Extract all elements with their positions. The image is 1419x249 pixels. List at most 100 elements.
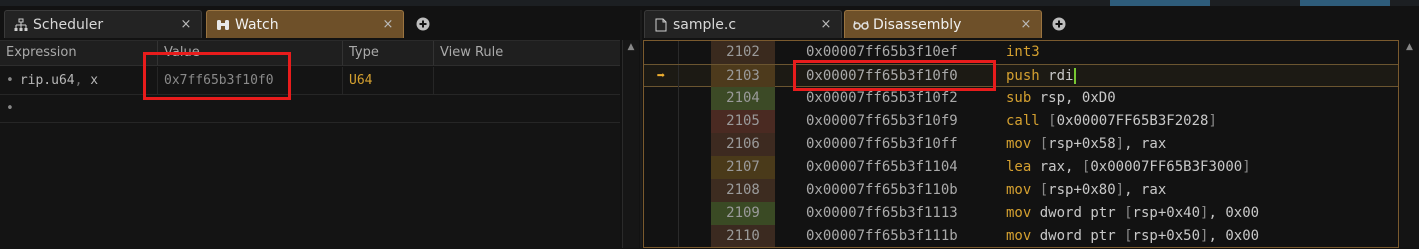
plus-icon <box>416 17 430 31</box>
disassembly-line[interactable]: 2105 0x00007ff65b3f10f9 call [0x00007FF65B… <box>644 110 1398 133</box>
breakpoint-gutter[interactable] <box>644 156 678 179</box>
breakpoint-gutter[interactable] <box>644 41 678 64</box>
instruction-text[interactable]: int3 <box>1006 41 1048 64</box>
line-number: 2106 <box>711 133 775 156</box>
instruction-text[interactable]: mov [rsp+0x58], rax <box>1006 133 1166 156</box>
view-rule-cell[interactable] <box>434 67 620 94</box>
line-gutter <box>678 179 711 202</box>
instruction-address: 0x00007ff65b3f10ff <box>806 136 958 152</box>
top-strip-accent <box>1110 0 1210 6</box>
breakpoint-gutter[interactable] <box>644 179 678 202</box>
scroll-up-icon[interactable]: ▲ <box>1400 40 1419 54</box>
instruction-text[interactable]: lea rax, [0x00007FF65B3F3000] <box>1006 156 1251 179</box>
watch-row[interactable]: • rip.u64, x 0x7ff65b3f10f0 U64 <box>0 67 620 95</box>
mnemonic: mov <box>1006 182 1032 198</box>
instruction-text[interactable]: sub rsp, 0xD0 <box>1006 87 1116 110</box>
type-text: U64 <box>349 73 373 88</box>
instruction-text[interactable]: mov dword ptr [rsp+0x40], 0x00 <box>1006 202 1259 225</box>
instruction-address: 0x00007ff65b3f110b <box>806 182 958 198</box>
column-header-type[interactable]: Type <box>343 41 434 65</box>
instruction-address: 0x00007ff65b3f111b <box>806 228 958 244</box>
expression-cell[interactable]: • <box>0 95 158 122</box>
operands: [0x00007FF65B3F2028] <box>1048 113 1217 129</box>
operands: rsp, 0xD0 <box>1039 90 1116 106</box>
breakpoint-gutter[interactable] <box>644 202 678 225</box>
breakpoint-gutter[interactable] <box>644 110 678 133</box>
disassembly-line[interactable]: 2107 0x00007ff65b3f1104 lea rax, [0x00007F… <box>644 156 1398 179</box>
expression-cell[interactable]: • rip.u64, x <box>0 67 158 94</box>
line-number: 2107 <box>711 156 775 179</box>
glasses-icon <box>853 17 869 33</box>
column-header-expression[interactable]: Expression <box>0 41 158 65</box>
watch-scrollbar[interactable]: ▲ <box>622 40 639 248</box>
tab-disassembly[interactable]: Disassembly × <box>844 10 1042 38</box>
line-gutter <box>678 65 711 88</box>
tab-label: Watch <box>235 16 279 33</box>
instruction-text[interactable]: mov [rsp+0x80], rax <box>1006 179 1166 202</box>
instruction-address: 0x00007ff65b3f1104 <box>806 159 958 175</box>
instruction-text[interactable]: call [0x00007FF65B3F2028] <box>1006 110 1217 133</box>
disassembly-line[interactable]: 2109 0x00007ff65b3f1113 mov dword ptr [rsp… <box>644 202 1398 225</box>
scroll-up-icon[interactable]: ▲ <box>623 40 639 54</box>
disassembly-line[interactable]: 2102 0x00007ff65b3f10ef int3 <box>644 41 1398 64</box>
mnemonic: push <box>1006 68 1040 84</box>
disassembly-line[interactable]: 2106 0x00007ff65b3f10ff mov [rsp+0x58], ra… <box>644 133 1398 156</box>
tab-watch[interactable]: Watch × <box>206 10 404 38</box>
plus-icon <box>1052 17 1066 31</box>
column-header-value[interactable]: Value <box>158 41 343 65</box>
breakpoint-gutter[interactable] <box>644 225 678 247</box>
instruction-address: 0x00007ff65b3f10ef <box>806 44 958 60</box>
disassembly-line[interactable]: 2104 0x00007ff65b3f10f2 sub rsp, 0xD0 <box>644 87 1398 110</box>
breakpoint-gutter[interactable] <box>644 133 678 156</box>
add-tab-button[interactable] <box>414 15 432 33</box>
tab-sample-c[interactable]: sample.c × <box>644 10 842 38</box>
value-text: 0x7ff65b3f10f0 <box>164 73 274 88</box>
top-strip <box>0 0 1419 6</box>
disassembly-scrollbar[interactable]: ▲ <box>1400 40 1419 248</box>
mnemonic: mov <box>1006 136 1032 152</box>
mnemonic: int3 <box>1006 44 1040 60</box>
disassembly-line[interactable]: 2110 0x00007ff65b3f111b mov dword ptr [rsp… <box>644 225 1398 247</box>
add-tab-button[interactable] <box>1050 15 1068 33</box>
file-icon <box>653 17 669 33</box>
watch-header: Expression Value Type View Rule <box>0 41 620 66</box>
hierarchy-icon <box>13 17 29 33</box>
disassembly-panel: 2102 0x00007ff65b3f10ef int3 ➡ 2103 0x00007f… <box>643 40 1399 248</box>
tab-label: Disassembly <box>873 16 962 33</box>
breakpoint-gutter[interactable]: ➡ <box>644 65 678 88</box>
disassembly-line-current[interactable]: ➡ 2103 0x00007ff65b3f10f0 push rdi <box>644 64 1398 88</box>
instruction-text[interactable]: push rdi <box>1006 65 1077 88</box>
close-icon[interactable]: × <box>379 16 397 34</box>
tab-label: Scheduler <box>33 16 104 33</box>
line-gutter <box>678 202 711 225</box>
mnemonic: lea <box>1006 159 1032 175</box>
line-gutter <box>678 110 711 133</box>
disassembly-line[interactable]: 2108 0x00007ff65b3f110b mov [rsp+0x80], ra… <box>644 179 1398 202</box>
line-number: 2110 <box>711 225 775 247</box>
line-number: 2102 <box>711 41 775 64</box>
right-tab-bar: sample.c × Disassembly × <box>642 10 1419 40</box>
column-header-view-rule[interactable]: View Rule <box>434 41 620 65</box>
type-cell: U64 <box>343 67 434 94</box>
line-gutter <box>678 225 711 247</box>
watch-row-empty[interactable]: • <box>0 95 620 123</box>
tab-scheduler[interactable]: Scheduler × <box>4 10 202 38</box>
close-icon[interactable]: × <box>817 16 835 34</box>
operands: [rsp+0x80], rax <box>1039 182 1167 198</box>
operands: rdi <box>1048 68 1074 84</box>
tab-label: sample.c <box>673 16 737 33</box>
breakpoint-gutter[interactable] <box>644 87 678 110</box>
instruction-address: 0x00007ff65b3f10f9 <box>806 113 958 129</box>
value-cell[interactable]: 0x7ff65b3f10f0 <box>158 67 343 94</box>
instruction-address: 0x00007ff65b3f1113 <box>806 205 958 221</box>
instruction-text[interactable]: mov dword ptr [rsp+0x50], 0x00 <box>1006 225 1259 247</box>
close-icon[interactable]: × <box>177 16 195 34</box>
close-icon[interactable]: × <box>1017 16 1035 34</box>
line-number: 2109 <box>711 202 775 225</box>
instruction-address: 0x00007ff65b3f10f2 <box>806 90 958 106</box>
binoculars-icon <box>215 17 231 33</box>
line-gutter <box>678 87 711 110</box>
panel-divider[interactable] <box>640 10 642 248</box>
line-gutter <box>678 133 711 156</box>
expression-format: x <box>82 73 99 88</box>
